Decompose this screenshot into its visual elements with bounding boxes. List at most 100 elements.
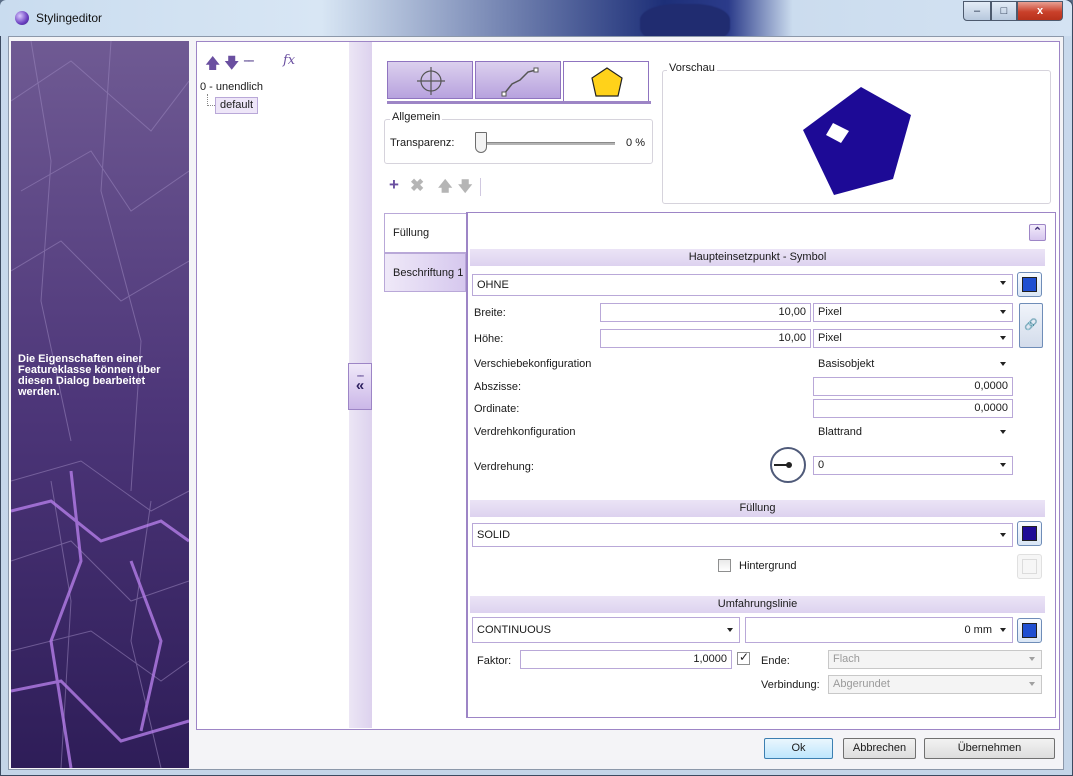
symbol-select[interactable]: OHNE	[472, 274, 1013, 296]
outline-color-swatch	[1022, 623, 1037, 638]
fill-pattern-select[interactable]: SOLID	[472, 523, 1013, 547]
info-banner: Die Eigenschaften einer Featureklasse kö…	[11, 41, 189, 768]
ok-button[interactable]: Ok	[764, 738, 833, 759]
end-value: Flach	[833, 653, 860, 665]
cancel-button[interactable]: Abbrechen	[843, 738, 916, 759]
point-tab[interactable]	[387, 61, 473, 99]
height-input[interactable]: 10,00	[600, 329, 811, 348]
app-icon	[15, 11, 29, 25]
tree-toolbar: 🡅 🡇 ━━ fx	[197, 53, 349, 75]
outline-section-header: Umfahrungslinie	[470, 596, 1045, 613]
move-up-icon[interactable]: 🡅	[438, 176, 452, 200]
width-unit-select[interactable]: Pixel	[813, 303, 1013, 322]
offset-config-select[interactable]: Basisobjekt	[813, 355, 1013, 374]
close-button[interactable]: x	[1017, 1, 1063, 21]
general-group-title: Allgemein	[390, 111, 443, 123]
background-color-button[interactable]	[1017, 554, 1042, 579]
chevron-down-icon	[1000, 310, 1006, 314]
fill-section-header: Füllung	[470, 500, 1045, 517]
abscissa-label: Abszisse:	[474, 381, 522, 393]
rotation-dial[interactable]	[770, 447, 806, 483]
rotation-config-select[interactable]: Blattrand	[813, 423, 1013, 442]
dial-hub	[786, 462, 792, 468]
line-tab[interactable]	[475, 61, 561, 99]
height-unit-value: Pixel	[818, 332, 842, 344]
rotation-config-value: Blattrand	[818, 426, 863, 438]
background-checkbox[interactable]	[718, 559, 731, 572]
chevron-down-icon	[1000, 430, 1006, 434]
preview-group	[662, 70, 1051, 204]
factor-checkbox[interactable]: ✓	[737, 650, 750, 665]
outline-color-button[interactable]	[1017, 618, 1042, 643]
width-input[interactable]: 10,00	[600, 303, 811, 322]
scale-tree-panel	[197, 42, 348, 728]
join-label: Verbindung:	[761, 679, 820, 691]
ordinate-label: Ordinate:	[474, 403, 520, 415]
transparency-number: 0	[626, 137, 633, 149]
apply-button[interactable]: Übernehmen	[924, 738, 1055, 759]
background-color-swatch	[1022, 559, 1037, 574]
line-width-value: 0 mm	[964, 624, 993, 636]
join-select[interactable]: Abgerundet	[828, 675, 1042, 694]
offset-config-value: Basisobjekt	[818, 358, 875, 370]
rotation-value: 0	[818, 459, 825, 471]
factor-label: Faktor:	[477, 655, 512, 667]
transparency-unit: %	[635, 137, 645, 149]
factor-input[interactable]: 1,0000	[520, 650, 732, 669]
offset-config-label: Verschiebekonfiguration	[474, 358, 592, 370]
line-type-value: CONTINUOUS	[477, 624, 551, 636]
banner-description: Die Eigenschaften einer Featureklasse kö…	[18, 353, 161, 398]
tab-fuellung[interactable]: Füllung	[384, 213, 466, 253]
tree-connector	[207, 94, 215, 106]
abscissa-input[interactable]: 0,0000	[813, 377, 1013, 396]
fx-icon[interactable]: fx	[283, 53, 295, 68]
transparency-slider-thumb[interactable]	[475, 132, 487, 153]
crosshair-icon	[417, 67, 445, 95]
polyline-icon	[501, 67, 539, 97]
add-icon[interactable]: +	[389, 175, 399, 195]
rotation-select[interactable]: 0	[813, 456, 1013, 475]
transparency-slider-track[interactable]	[480, 142, 615, 145]
move-down-icon[interactable]: 🡇	[458, 176, 472, 200]
background-label: Hintergrund	[739, 560, 797, 572]
chevron-down-icon	[1000, 533, 1006, 537]
chevron-down-icon	[1000, 281, 1006, 285]
arrow-down-icon[interactable]: 🡇	[224, 53, 239, 78]
polygon-tab[interactable]	[563, 61, 649, 102]
title-bar	[0, 0, 1071, 44]
chain-link-icon: 🔗	[1024, 319, 1038, 331]
symbol-color-button[interactable]	[1017, 272, 1042, 297]
delete-icon[interactable]: ✖	[410, 176, 424, 196]
collapse-up-button[interactable]: ⌃	[1029, 224, 1046, 241]
fill-color-swatch	[1022, 526, 1037, 541]
arrow-up-icon[interactable]: 🡅	[205, 53, 220, 78]
map-background-image	[11, 41, 189, 768]
insertion-section-header: Haupteinsetzpunkt - Symbol	[470, 249, 1045, 266]
tab-beschriftung[interactable]: Beschriftung 1	[384, 253, 466, 292]
transparency-label: Transparenz:	[390, 137, 455, 149]
minimize-button[interactable]: –	[963, 1, 991, 21]
preview-title: Vorschau	[667, 62, 717, 74]
fill-pattern-value: SOLID	[477, 529, 511, 541]
double-chevron-up-icon: ⌃	[1032, 226, 1043, 238]
height-unit-select[interactable]: Pixel	[813, 329, 1013, 348]
tree-node-default[interactable]: default	[215, 97, 258, 114]
symbol-color-swatch	[1022, 277, 1037, 292]
line-type-select[interactable]: CONTINUOUS	[472, 617, 740, 643]
chevron-down-icon	[1029, 657, 1035, 661]
link-aspect-button[interactable]: 🔗	[1019, 303, 1043, 348]
scale-range-icon[interactable]: ━━	[244, 56, 254, 67]
ordinate-input[interactable]: 0,0000	[813, 399, 1013, 418]
width-unit-value: Pixel	[818, 306, 842, 318]
fill-color-button[interactable]	[1017, 521, 1042, 546]
geometry-tabs-underline	[387, 101, 651, 104]
double-chevron-left-icon: «	[355, 377, 365, 394]
maximize-button[interactable]: □	[991, 1, 1017, 21]
tree-node-root[interactable]: 0 - unendlich	[200, 81, 263, 93]
line-width-select[interactable]: 0 mm	[745, 617, 1013, 643]
collapse-tree-button[interactable]: ━━ «	[348, 363, 372, 410]
end-label: Ende:	[761, 655, 790, 667]
chevron-down-icon	[1000, 336, 1006, 340]
end-select[interactable]: Flach	[828, 650, 1042, 669]
rotation-config-label: Verdrehkonfiguration	[474, 426, 576, 438]
